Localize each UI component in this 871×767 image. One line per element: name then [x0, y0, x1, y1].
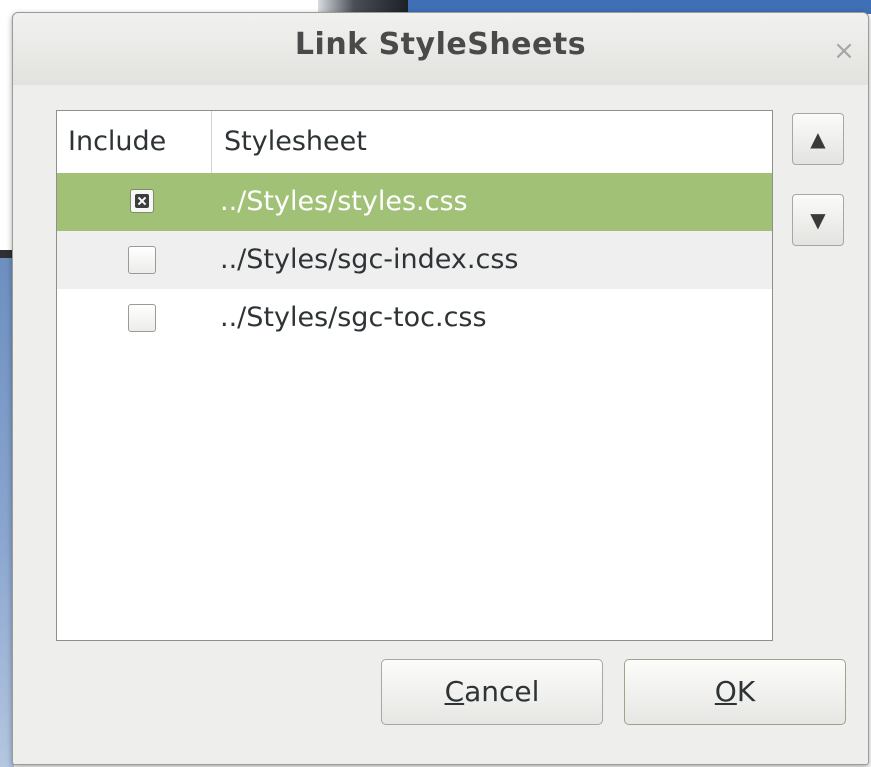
- ok-button[interactable]: OK: [624, 659, 846, 725]
- checkbox-checked-icon[interactable]: [130, 189, 154, 213]
- move-up-button[interactable]: ▲: [792, 113, 844, 165]
- stylesheet-path: ../Styles/sgc-toc.css: [220, 302, 487, 333]
- stylesheet-list[interactable]: Include Stylesheet ../Styles/styles.css …: [56, 110, 773, 641]
- move-down-button[interactable]: ▼: [792, 194, 844, 246]
- list-item[interactable]: ../Styles/sgc-index.css: [57, 231, 772, 289]
- link-stylesheets-dialog: Link StyleSheets × Include Stylesheet ..…: [12, 12, 869, 765]
- list-item[interactable]: ../Styles/styles.css: [57, 173, 772, 231]
- column-header-stylesheet[interactable]: Stylesheet: [212, 111, 772, 173]
- dialog-title: Link StyleSheets: [294, 27, 587, 62]
- dialog-titlebar: Link StyleSheets ×: [13, 13, 868, 85]
- close-icon[interactable]: ×: [830, 37, 858, 65]
- stylesheet-path: ../Styles/sgc-index.css: [220, 244, 519, 275]
- cancel-mnemonic: C: [444, 675, 465, 708]
- list-header: Include Stylesheet: [57, 111, 772, 174]
- ok-label: K: [736, 675, 756, 708]
- cancel-label: ancel: [464, 675, 540, 708]
- list-item[interactable]: ../Styles/sgc-toc.css: [57, 289, 772, 347]
- arrow-up-icon: ▲: [810, 127, 826, 151]
- stylesheet-path: ../Styles/styles.css: [220, 186, 468, 217]
- ok-mnemonic: O: [714, 675, 737, 708]
- cancel-button[interactable]: Cancel: [381, 659, 603, 725]
- checkbox-unchecked-icon[interactable]: [128, 304, 156, 332]
- checkbox-unchecked-icon[interactable]: [128, 246, 156, 274]
- check-mark-icon: [135, 194, 149, 208]
- column-header-include[interactable]: Include: [57, 111, 212, 173]
- arrow-down-icon: ▼: [810, 208, 826, 232]
